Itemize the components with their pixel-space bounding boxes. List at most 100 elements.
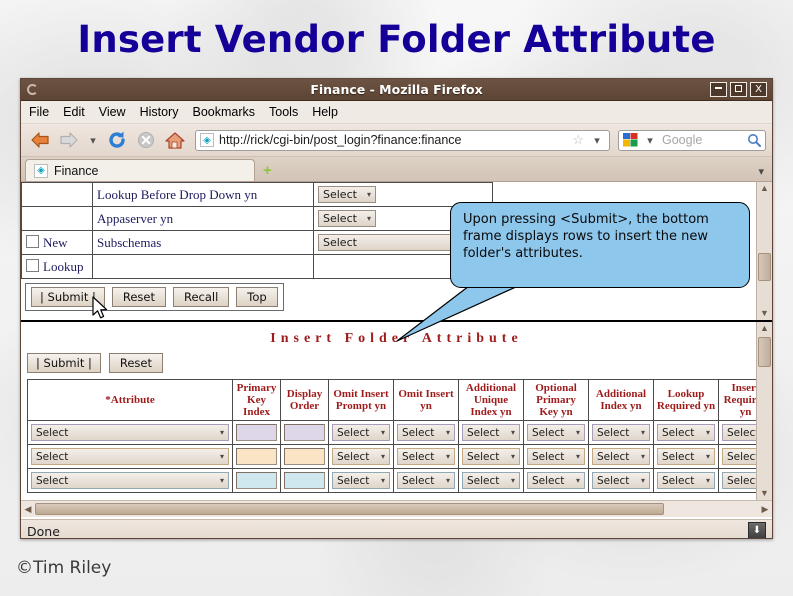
- hscroll-thumb[interactable]: [35, 503, 664, 515]
- hscroll-track[interactable]: [35, 503, 758, 515]
- scroll-track[interactable]: [757, 195, 772, 307]
- menu-item-bookmarks[interactable]: Bookmarks: [192, 105, 255, 119]
- scroll-left-icon[interactable]: ◀: [21, 504, 35, 515]
- top-reset-button[interactable]: Reset: [111, 287, 166, 307]
- scroll-down-icon[interactable]: ▼: [760, 307, 769, 320]
- cell-omit-insert-yn[interactable]: Select ▾: [393, 468, 459, 493]
- cell-attribute[interactable]: Select ▾: [27, 468, 233, 493]
- input-display-order[interactable]: [284, 472, 325, 489]
- select-omit-insert-prompt-yn[interactable]: Select ▾: [332, 448, 390, 465]
- input-display-order[interactable]: [284, 424, 325, 441]
- url-dropdown-icon[interactable]: ▾: [589, 134, 605, 147]
- search-input[interactable]: Google: [662, 133, 743, 147]
- cell-omit-insert-prompt-yn[interactable]: Select ▾: [328, 444, 394, 469]
- bottom-submit-button[interactable]: | Submit |: [27, 353, 101, 373]
- cell-additional-unique-index-yn[interactable]: Select ▾: [458, 420, 524, 445]
- scroll-thumb[interactable]: [758, 337, 771, 367]
- cell-lookup-required-yn[interactable]: Select ▾: [653, 444, 719, 469]
- menu-item-history[interactable]: History: [140, 105, 179, 119]
- search-bar[interactable]: ▾ Google: [618, 129, 766, 151]
- forward-button[interactable]: [56, 127, 82, 153]
- select-attribute[interactable]: Select ▾: [31, 448, 229, 465]
- select-additional-index-yn[interactable]: Select ▾: [592, 448, 650, 465]
- menu-item-view[interactable]: View: [99, 105, 126, 119]
- download-arrow-icon[interactable]: ⬇: [748, 522, 766, 538]
- select-omit-insert-yn[interactable]: Select ▾: [397, 448, 455, 465]
- cell-optional-primary-key-yn[interactable]: Select ▾: [523, 444, 589, 469]
- cell-additional-unique-index-yn[interactable]: Select ▾: [458, 468, 524, 493]
- cell-primary-key-index[interactable]: [232, 420, 281, 445]
- new-tab-button[interactable]: +: [263, 163, 272, 181]
- cell-attribute[interactable]: Select ▾: [27, 420, 233, 445]
- input-primary-key-index[interactable]: [236, 424, 277, 441]
- history-dropdown-button[interactable]: ▾: [85, 134, 101, 147]
- cell-omit-insert-prompt-yn[interactable]: Select ▾: [328, 468, 394, 493]
- select-lookup-required-yn[interactable]: Select ▾: [657, 448, 715, 465]
- select-omit-insert-yn[interactable]: Select ▾: [397, 424, 455, 441]
- cell-additional-unique-index-yn[interactable]: Select ▾: [458, 444, 524, 469]
- select-omit-insert-prompt-yn[interactable]: Select ▾: [332, 424, 390, 441]
- select-lookup-required-yn[interactable]: Select ▾: [657, 424, 715, 441]
- input-primary-key-index[interactable]: [236, 472, 277, 489]
- top-frame-scrollbar[interactable]: ▲ ▼: [756, 182, 772, 320]
- checkbox-new[interactable]: [26, 234, 39, 248]
- checkbox-lookup[interactable]: [26, 258, 39, 272]
- menu-item-file[interactable]: File: [29, 105, 49, 119]
- scroll-down-icon[interactable]: ▼: [760, 487, 769, 500]
- select-optional-primary-key-yn[interactable]: Select ▾: [527, 424, 585, 441]
- cell-additional-index-yn[interactable]: Select ▾: [588, 468, 654, 493]
- input-primary-key-index[interactable]: [236, 448, 277, 465]
- list-all-tabs-icon[interactable]: ▾: [758, 165, 764, 178]
- cell-display-order[interactable]: [280, 444, 329, 469]
- back-button[interactable]: [27, 127, 53, 153]
- cell-lookup-required-yn[interactable]: Select ▾: [653, 420, 719, 445]
- select-optional-primary-key-yn[interactable]: Select ▾: [527, 448, 585, 465]
- select-additional-unique-index-yn[interactable]: Select ▾: [462, 424, 520, 441]
- scroll-right-icon[interactable]: ▶: [758, 504, 772, 515]
- select-additional-unique-index-yn[interactable]: Select ▾: [462, 448, 520, 465]
- top-recall-button[interactable]: Recall: [172, 287, 230, 307]
- maximize-button[interactable]: [730, 82, 747, 97]
- select-appaserver-yn[interactable]: Select ▾: [318, 210, 376, 227]
- cell-additional-index-yn[interactable]: Select ▾: [588, 420, 654, 445]
- reload-button[interactable]: [104, 127, 130, 153]
- scroll-thumb[interactable]: [758, 253, 771, 282]
- cell-display-order[interactable]: [280, 468, 329, 493]
- top-top-button[interactable]: Top: [236, 287, 278, 307]
- scroll-up-icon[interactable]: ▲: [760, 322, 769, 335]
- scroll-track[interactable]: [757, 335, 772, 487]
- select-lookup-required-yn[interactable]: Select ▾: [657, 472, 715, 489]
- select-optional-primary-key-yn[interactable]: Select ▾: [527, 472, 585, 489]
- select-additional-index-yn[interactable]: Select ▾: [592, 472, 650, 489]
- select-attribute[interactable]: Select ▾: [31, 424, 229, 441]
- checkbox-lookup-cell[interactable]: Lookup: [21, 254, 93, 279]
- select-omit-insert-prompt-yn[interactable]: Select ▾: [332, 472, 390, 489]
- menu-item-tools[interactable]: Tools: [269, 105, 298, 119]
- close-button[interactable]: X: [750, 82, 767, 97]
- cell-optional-primary-key-yn[interactable]: Select ▾: [523, 468, 589, 493]
- cell-omit-insert-yn[interactable]: Select ▾: [393, 420, 459, 445]
- stop-button[interactable]: [133, 127, 159, 153]
- scroll-up-icon[interactable]: ▲: [760, 182, 769, 195]
- search-engine-dropdown-icon[interactable]: ▾: [642, 134, 658, 147]
- select-additional-index-yn[interactable]: Select ▾: [592, 424, 650, 441]
- bottom-reset-button[interactable]: Reset: [108, 353, 163, 373]
- cell-optional-primary-key-yn[interactable]: Select ▾: [523, 420, 589, 445]
- bottom-frame-scrollbar[interactable]: ▲ ▼: [756, 322, 772, 500]
- url-bar[interactable]: ◈ http://rick/cgi-bin/post_login?finance…: [195, 129, 610, 151]
- select-lookup-before-drop-down[interactable]: Select ▾: [318, 186, 376, 203]
- minimize-button[interactable]: [710, 82, 727, 97]
- input-display-order[interactable]: [284, 448, 325, 465]
- select-omit-insert-yn[interactable]: Select ▾: [397, 472, 455, 489]
- horizontal-scrollbar[interactable]: ◀ ▶: [21, 500, 772, 517]
- tab-finance[interactable]: ◈ Finance: [25, 159, 255, 181]
- cell-primary-key-index[interactable]: [232, 468, 281, 493]
- menu-item-help[interactable]: Help: [312, 105, 338, 119]
- home-button[interactable]: [162, 127, 188, 153]
- cell-display-order[interactable]: [280, 420, 329, 445]
- menu-item-edit[interactable]: Edit: [63, 105, 85, 119]
- checkbox-new-cell[interactable]: New: [21, 230, 93, 255]
- cell-omit-insert-yn[interactable]: Select ▾: [393, 444, 459, 469]
- star-icon[interactable]: ☆: [572, 132, 584, 148]
- cell-attribute[interactable]: Select ▾: [27, 444, 233, 469]
